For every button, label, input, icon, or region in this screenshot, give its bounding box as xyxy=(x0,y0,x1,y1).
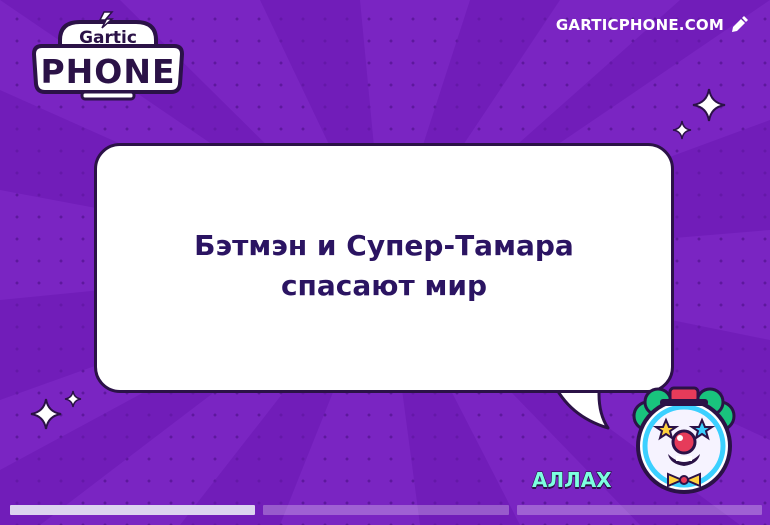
sparkle-icon xyxy=(692,88,726,122)
phrase-line: спасают мир xyxy=(280,269,488,302)
svg-text:PHONE: PHONE xyxy=(40,52,175,91)
sparkle-icon xyxy=(64,390,82,408)
progress-segment xyxy=(516,505,762,515)
site-link[interactable]: GARTICPHONE.COM xyxy=(556,16,748,34)
game-stage: Gartic PHONE GARTICPHONE.COM Бэтмэн и Су… xyxy=(0,0,770,525)
site-link-label: GARTICPHONE.COM xyxy=(555,16,724,34)
gartic-phone-logo: Gartic PHONE xyxy=(31,11,185,101)
round-progress xyxy=(10,505,762,515)
progress-segment xyxy=(10,505,256,515)
sparkle-icon xyxy=(30,398,62,430)
progress-fill xyxy=(10,505,256,515)
sparkle-icon xyxy=(672,120,692,140)
author-name: АЛЛАХ xyxy=(531,467,612,492)
phrase-line: Бэтмэн и Супер-Тамара xyxy=(194,229,574,262)
progress-segment xyxy=(263,505,509,515)
phrase-text: Бэтмэн и Супер-Тамара спасают мир xyxy=(149,226,619,306)
speech-bubble: Бэтмэн и Супер-Тамара спасают мир xyxy=(94,143,674,393)
pencil-icon xyxy=(732,16,748,32)
clown-avatar-icon xyxy=(632,386,736,494)
